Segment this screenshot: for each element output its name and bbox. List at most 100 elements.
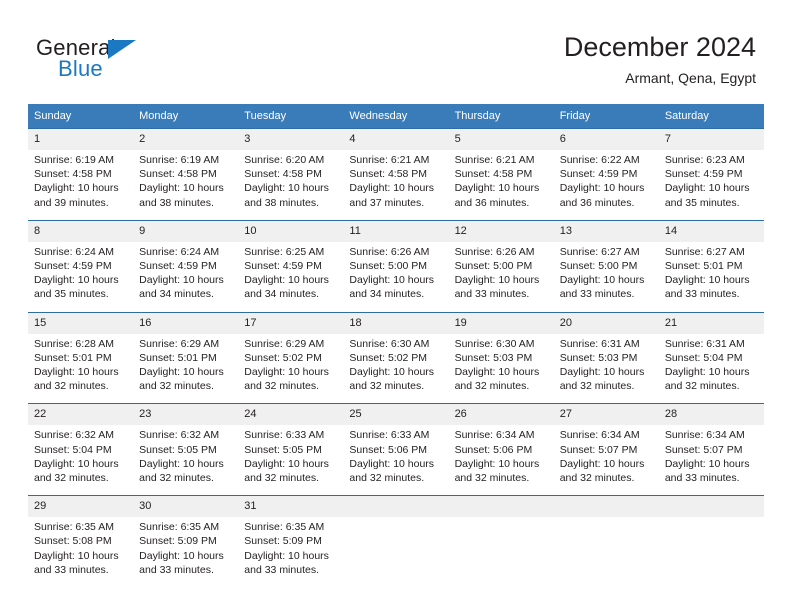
calendar-body: 1 Sunrise: 6:19 AM Sunset: 4:58 PM Daylight… bbox=[28, 128, 764, 588]
day-cell[interactable]: 16 Sunrise: 6:29 AM Sunset: 5:01 PM Dayligh… bbox=[133, 311, 239, 404]
day-details: Sunrise: 6:21 AM Sunset: 4:58 PM Daylight:… bbox=[449, 150, 554, 220]
daylight-text-line2: and 35 minutes. bbox=[664, 196, 740, 209]
day-number: 23 bbox=[133, 404, 239, 426]
sunrise-text: Sunrise: 6:19 AM bbox=[34, 154, 114, 166]
day-cell[interactable]: 29 Sunrise: 6:35 AM Sunset: 5:08 PM Dayligh… bbox=[28, 495, 134, 588]
sunset-text: Sunset: 5:07 PM bbox=[664, 443, 743, 456]
sunrise-text: Sunrise: 6:31 AM bbox=[664, 337, 745, 350]
daylight-text-line2: and 32 minutes. bbox=[139, 380, 214, 393]
daylight-text-line2: and 34 minutes. bbox=[139, 288, 214, 301]
day-details: Sunrise: 6:31 AM Sunset: 5:03 PM Daylight:… bbox=[554, 334, 659, 404]
daylight-text-line2: and 33 minutes. bbox=[139, 563, 214, 576]
daylight-text-line2: and 34 minutes. bbox=[244, 288, 319, 301]
day-cell[interactable]: 20 Sunrise: 6:31 AM Sunset: 5:03 PM Dayligh… bbox=[553, 311, 659, 404]
day-cell[interactable]: 24 Sunrise: 6:33 AM Sunset: 5:05 PM Dayligh… bbox=[238, 403, 344, 496]
sunset-text: Sunset: 5:06 PM bbox=[349, 443, 428, 456]
day-cell[interactable]: 27 Sunrise: 6:34 AM Sunset: 5:07 PM Dayligh… bbox=[553, 403, 659, 496]
week-row: 29 Sunrise: 6:35 AM Sunset: 5:08 PM Dayligh… bbox=[28, 495, 764, 588]
day-details: Sunrise: 6:24 AM Sunset: 4:59 PM Daylight:… bbox=[28, 242, 133, 312]
day-details: Sunrise: 6:24 AM Sunset: 4:59 PM Daylight:… bbox=[133, 242, 238, 312]
daylight-text-line2: and 32 minutes. bbox=[349, 472, 425, 485]
sunrise-text: Sunrise: 6:28 AM bbox=[34, 337, 114, 350]
sunset-text: Sunset: 5:05 PM bbox=[139, 443, 217, 456]
day-number: 18 bbox=[343, 312, 449, 334]
day-cell[interactable]: 18 Sunrise: 6:30 AM Sunset: 5:02 PM Dayligh… bbox=[343, 311, 449, 404]
day-cell[interactable]: 28 Sunrise: 6:34 AM Sunset: 5:07 PM Dayligh… bbox=[658, 403, 764, 496]
day-cell[interactable]: 7 Sunrise: 6:23 AM Sunset: 4:59 PM Daylight… bbox=[658, 128, 764, 221]
daylight-text-line1: Daylight: 10 hours bbox=[664, 366, 750, 379]
day-cell[interactable]: 25 Sunrise: 6:33 AM Sunset: 5:06 PM Dayligh… bbox=[343, 403, 449, 496]
sunset-text: Sunset: 5:09 PM bbox=[139, 535, 217, 548]
daylight-text-line2: and 34 minutes. bbox=[349, 288, 425, 301]
day-details: Sunrise: 6:35 AM Sunset: 5:09 PM Daylight:… bbox=[133, 517, 238, 587]
daylight-text-line2: and 33 minutes. bbox=[34, 563, 109, 576]
sunrise-text: Sunrise: 6:35 AM bbox=[244, 521, 325, 534]
sunrise-text: Sunrise: 6:29 AM bbox=[139, 337, 220, 350]
weekday-header-wednesday: Wednesday bbox=[343, 104, 449, 129]
daylight-text-line1: Daylight: 10 hours bbox=[34, 366, 119, 379]
day-details: Sunrise: 6:30 AM Sunset: 5:02 PM Daylight:… bbox=[343, 334, 448, 404]
day-number: 19 bbox=[448, 312, 554, 334]
daylight-text-line2: and 36 minutes. bbox=[559, 196, 635, 209]
day-cell[interactable]: 21 Sunrise: 6:31 AM Sunset: 5:04 PM Dayligh… bbox=[658, 311, 764, 404]
day-cell[interactable]: 22 Sunrise: 6:32 AM Sunset: 5:04 PM Dayligh… bbox=[28, 403, 134, 496]
day-number: 1 bbox=[28, 129, 134, 150]
daylight-text-line2: and 32 minutes. bbox=[559, 380, 635, 393]
weekday-header-row: Sunday Monday Tuesday Wednesday Thursday… bbox=[28, 104, 764, 129]
logo-text-blue: Blue bbox=[58, 56, 103, 81]
day-number: 2 bbox=[133, 129, 239, 150]
sunset-text: Sunset: 4:58 PM bbox=[244, 168, 322, 181]
logo-triangle-icon bbox=[108, 40, 136, 59]
sunset-text: Sunset: 5:04 PM bbox=[664, 351, 743, 364]
day-cell[interactable]: 15 Sunrise: 6:28 AM Sunset: 5:01 PM Dayligh… bbox=[28, 311, 134, 404]
daylight-text-line1: Daylight: 10 hours bbox=[244, 182, 329, 195]
day-cell[interactable]: 30 Sunrise: 6:35 AM Sunset: 5:09 PM Dayligh… bbox=[133, 495, 239, 588]
daylight-text-line2: and 32 minutes. bbox=[34, 380, 109, 393]
day-cell[interactable]: 13 Sunrise: 6:27 AM Sunset: 5:00 PM Dayligh… bbox=[553, 219, 659, 313]
day-cell[interactable]: 19 Sunrise: 6:30 AM Sunset: 5:03 PM Dayligh… bbox=[448, 311, 554, 404]
day-number: 25 bbox=[343, 404, 449, 426]
day-cell[interactable]: 11 Sunrise: 6:26 AM Sunset: 5:00 PM Dayligh… bbox=[343, 219, 449, 313]
sunrise-text: Sunrise: 6:35 AM bbox=[34, 521, 114, 534]
daylight-text-line1: Daylight: 10 hours bbox=[34, 274, 119, 287]
daylight-text-line1: Daylight: 10 hours bbox=[664, 457, 750, 470]
day-number: 20 bbox=[553, 312, 659, 334]
day-cell[interactable]: 6 Sunrise: 6:22 AM Sunset: 4:59 PM Daylight… bbox=[553, 128, 659, 221]
day-cell[interactable]: 1 Sunrise: 6:19 AM Sunset: 4:58 PM Daylight… bbox=[28, 128, 134, 221]
day-number: 4 bbox=[343, 129, 449, 150]
sunrise-text: Sunrise: 6:32 AM bbox=[34, 429, 114, 442]
day-number bbox=[448, 496, 554, 518]
day-details: Sunrise: 6:34 AM Sunset: 5:06 PM Daylight:… bbox=[449, 425, 554, 495]
daylight-text-line1: Daylight: 10 hours bbox=[139, 366, 224, 379]
sunrise-text: Sunrise: 6:21 AM bbox=[454, 154, 535, 166]
sunset-text: Sunset: 5:00 PM bbox=[349, 260, 428, 273]
daylight-text-line1: Daylight: 10 hours bbox=[349, 366, 435, 379]
sunrise-text: Sunrise: 6:19 AM bbox=[139, 154, 220, 166]
day-cell[interactable]: 26 Sunrise: 6:34 AM Sunset: 5:06 PM Dayligh… bbox=[448, 403, 554, 496]
day-cell[interactable]: 9 Sunrise: 6:24 AM Sunset: 4:59 PM Daylight… bbox=[133, 219, 239, 313]
day-cell[interactable]: 31 Sunrise: 6:35 AM Sunset: 5:09 PM Dayligh… bbox=[238, 495, 344, 588]
day-cell[interactable]: 12 Sunrise: 6:26 AM Sunset: 5:00 PM Dayligh… bbox=[448, 219, 554, 313]
day-cell[interactable]: 4 Sunrise: 6:21 AM Sunset: 4:58 PM Daylight… bbox=[343, 128, 449, 221]
location-subtitle: Armant, Qena, Egypt bbox=[625, 70, 756, 86]
day-cell[interactable]: 8 Sunrise: 6:24 AM Sunset: 4:59 PM Daylight… bbox=[28, 219, 134, 313]
day-cell[interactable]: 14 Sunrise: 6:27 AM Sunset: 5:01 PM Dayligh… bbox=[658, 219, 764, 313]
day-cell[interactable]: 10 Sunrise: 6:25 AM Sunset: 4:59 PM Dayligh… bbox=[238, 219, 344, 313]
day-cell-empty bbox=[448, 495, 554, 588]
day-cell[interactable]: 17 Sunrise: 6:29 AM Sunset: 5:02 PM Dayligh… bbox=[238, 311, 344, 404]
daylight-text-line2: and 32 minutes. bbox=[34, 472, 109, 485]
day-cell[interactable]: 3 Sunrise: 6:20 AM Sunset: 4:58 PM Daylight… bbox=[238, 128, 344, 221]
day-cell[interactable]: 2 Sunrise: 6:19 AM Sunset: 4:58 PM Daylight… bbox=[133, 128, 239, 221]
sunset-text: Sunset: 5:05 PM bbox=[244, 443, 322, 456]
sunset-text: Sunset: 5:08 PM bbox=[34, 535, 112, 548]
sunrise-text: Sunrise: 6:33 AM bbox=[349, 429, 430, 442]
day-details: Sunrise: 6:22 AM Sunset: 4:59 PM Daylight:… bbox=[554, 150, 659, 220]
daylight-text-line2: and 39 minutes. bbox=[34, 196, 109, 209]
sunrise-text: Sunrise: 6:33 AM bbox=[244, 429, 325, 442]
general-blue-logo[interactable]: General Blue bbox=[36, 36, 236, 88]
day-cell[interactable]: 23 Sunrise: 6:32 AM Sunset: 5:05 PM Dayligh… bbox=[133, 403, 239, 496]
daylight-text-line2: and 37 minutes. bbox=[349, 196, 425, 209]
day-cell[interactable]: 5 Sunrise: 6:21 AM Sunset: 4:58 PM Daylight… bbox=[448, 128, 554, 221]
week-row: 15 Sunrise: 6:28 AM Sunset: 5:01 PM Dayligh… bbox=[28, 311, 764, 404]
sunrise-text: Sunrise: 6:30 AM bbox=[349, 337, 430, 350]
